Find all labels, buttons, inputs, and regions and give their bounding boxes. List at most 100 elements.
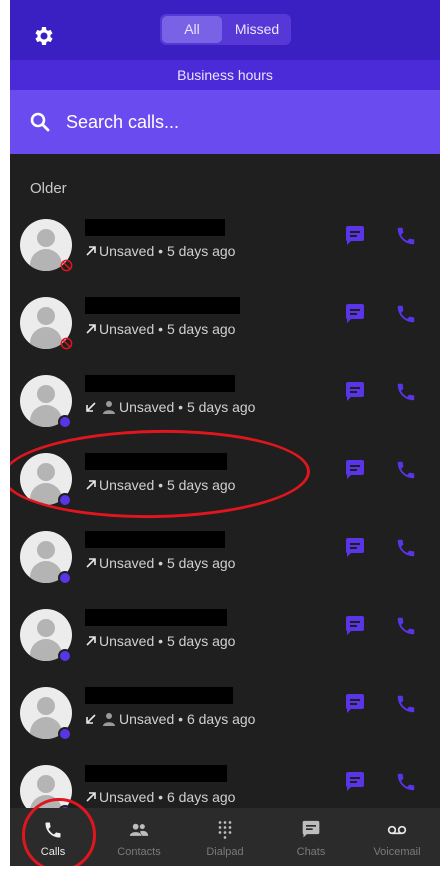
call-time: 5 days ago bbox=[186, 399, 256, 415]
contact-name-redacted bbox=[85, 375, 235, 392]
phone-icon[interactable] bbox=[395, 771, 417, 793]
unsaved-label: Unsaved bbox=[99, 321, 155, 337]
outgoing-arrow-icon bbox=[86, 480, 96, 490]
call-meta: Unsaved • 5 days ago bbox=[85, 555, 235, 571]
voicemail-icon bbox=[387, 825, 407, 835]
separator: • bbox=[174, 711, 187, 727]
section-title: Older bbox=[30, 180, 67, 197]
contacts-icon bbox=[129, 823, 149, 836]
missed-call-badge-icon bbox=[60, 259, 73, 272]
unsaved-label: Unsaved bbox=[119, 399, 175, 415]
unsaved-label: Unsaved bbox=[99, 789, 155, 805]
nav-contacts[interactable]: Contacts bbox=[96, 808, 182, 866]
call-log-screen: All Missed Business hours Older Unsaved … bbox=[10, 0, 440, 866]
phone-icon[interactable] bbox=[395, 381, 417, 403]
chat-icon[interactable] bbox=[344, 225, 366, 247]
separator: • bbox=[154, 633, 167, 649]
call-time: 5 days ago bbox=[166, 243, 236, 259]
chat-icon[interactable] bbox=[344, 771, 366, 793]
separator: • bbox=[154, 477, 167, 493]
status-dot bbox=[58, 493, 72, 507]
top-bar: All Missed bbox=[10, 0, 440, 60]
chat-icon[interactable] bbox=[344, 381, 366, 403]
call-row[interactable]: Unsaved • 5 days ago bbox=[10, 371, 440, 449]
nav-voicemail[interactable]: Voicemail bbox=[354, 808, 440, 866]
filter-tab-missed[interactable]: Missed bbox=[226, 16, 288, 43]
contact-name-redacted bbox=[85, 765, 227, 782]
contact-name-redacted bbox=[85, 531, 225, 548]
unsaved-label: Unsaved bbox=[99, 555, 155, 571]
call-time: 5 days ago bbox=[166, 633, 236, 649]
call-time: 5 days ago bbox=[166, 555, 236, 571]
unsaved-label: Unsaved bbox=[119, 711, 175, 727]
separator: • bbox=[174, 399, 187, 415]
call-row[interactable]: Unsaved • 5 days ago bbox=[10, 293, 440, 371]
search-icon bbox=[30, 112, 50, 132]
nav-calls[interactable]: Calls bbox=[10, 808, 96, 866]
chat-icon[interactable] bbox=[344, 615, 366, 637]
status-dot bbox=[58, 571, 72, 585]
call-row[interactable]: Unsaved • 5 days ago bbox=[10, 527, 440, 605]
status-dot bbox=[58, 727, 72, 741]
incoming-arrow-icon bbox=[86, 402, 96, 412]
outgoing-arrow-icon bbox=[86, 558, 96, 568]
nav-chats[interactable]: Chats bbox=[268, 808, 354, 866]
call-filter-toggle: All Missed bbox=[160, 14, 291, 45]
call-time: 6 days ago bbox=[166, 789, 236, 805]
contact-name-redacted bbox=[85, 687, 233, 704]
business-hours-banner[interactable]: Business hours bbox=[10, 60, 440, 90]
incoming-arrow-icon bbox=[86, 714, 96, 724]
unsaved-label: Unsaved bbox=[99, 633, 155, 649]
unsaved-label: Unsaved bbox=[99, 243, 155, 259]
call-meta: Unsaved • 5 days ago bbox=[85, 243, 235, 259]
person-icon bbox=[103, 713, 115, 726]
call-row[interactable]: Unsaved • 6 days ago bbox=[10, 683, 440, 761]
call-meta: Unsaved • 5 days ago bbox=[85, 633, 235, 649]
separator: • bbox=[154, 243, 167, 259]
phone-icon[interactable] bbox=[395, 459, 417, 481]
separator: • bbox=[154, 789, 167, 805]
nav-label: Calls bbox=[40, 846, 66, 858]
chat-icon bbox=[302, 820, 320, 838]
call-time: 5 days ago bbox=[166, 321, 236, 337]
phone-icon[interactable] bbox=[395, 225, 417, 247]
call-row[interactable]: Unsaved • 5 days ago bbox=[10, 449, 440, 527]
chat-icon[interactable] bbox=[344, 693, 366, 715]
missed-call-badge-icon bbox=[60, 337, 73, 350]
outgoing-arrow-icon bbox=[86, 324, 96, 334]
phone-icon[interactable] bbox=[395, 303, 417, 325]
gear-icon[interactable] bbox=[32, 24, 56, 48]
nav-label: Dialpad bbox=[206, 846, 244, 858]
call-row[interactable]: Unsaved • 5 days ago bbox=[10, 215, 440, 293]
call-row[interactable]: Unsaved • 5 days ago bbox=[10, 605, 440, 683]
call-time: 6 days ago bbox=[186, 711, 256, 727]
nav-label: Voicemail bbox=[373, 846, 421, 858]
separator: • bbox=[154, 321, 167, 337]
phone-icon[interactable] bbox=[395, 537, 417, 559]
call-time: 5 days ago bbox=[166, 477, 236, 493]
nav-label: Contacts bbox=[117, 846, 161, 858]
status-dot bbox=[58, 415, 72, 429]
call-meta: Unsaved • 6 days ago bbox=[85, 789, 235, 805]
filter-tab-all[interactable]: All bbox=[162, 16, 222, 43]
bottom-nav: Calls Contacts Dialpad Chats Voicemail bbox=[10, 808, 440, 866]
nav-dialpad[interactable]: Dialpad bbox=[182, 808, 268, 866]
status-dot bbox=[58, 649, 72, 663]
outgoing-arrow-icon bbox=[86, 792, 96, 802]
phone-icon[interactable] bbox=[395, 615, 417, 637]
search-bar bbox=[10, 90, 440, 154]
contact-name-redacted bbox=[85, 219, 225, 236]
dialpad-icon bbox=[218, 821, 232, 839]
contact-name-redacted bbox=[85, 297, 240, 314]
outgoing-arrow-icon bbox=[86, 246, 96, 256]
call-meta: Unsaved • 5 days ago bbox=[85, 399, 255, 415]
chat-icon[interactable] bbox=[344, 303, 366, 325]
contact-name-redacted bbox=[85, 453, 227, 470]
contact-name-redacted bbox=[85, 609, 227, 626]
search-input[interactable] bbox=[66, 106, 406, 138]
chat-icon[interactable] bbox=[344, 537, 366, 559]
call-meta: Unsaved • 6 days ago bbox=[85, 711, 255, 727]
phone-icon[interactable] bbox=[395, 693, 417, 715]
outgoing-arrow-icon bbox=[86, 636, 96, 646]
chat-icon[interactable] bbox=[344, 459, 366, 481]
